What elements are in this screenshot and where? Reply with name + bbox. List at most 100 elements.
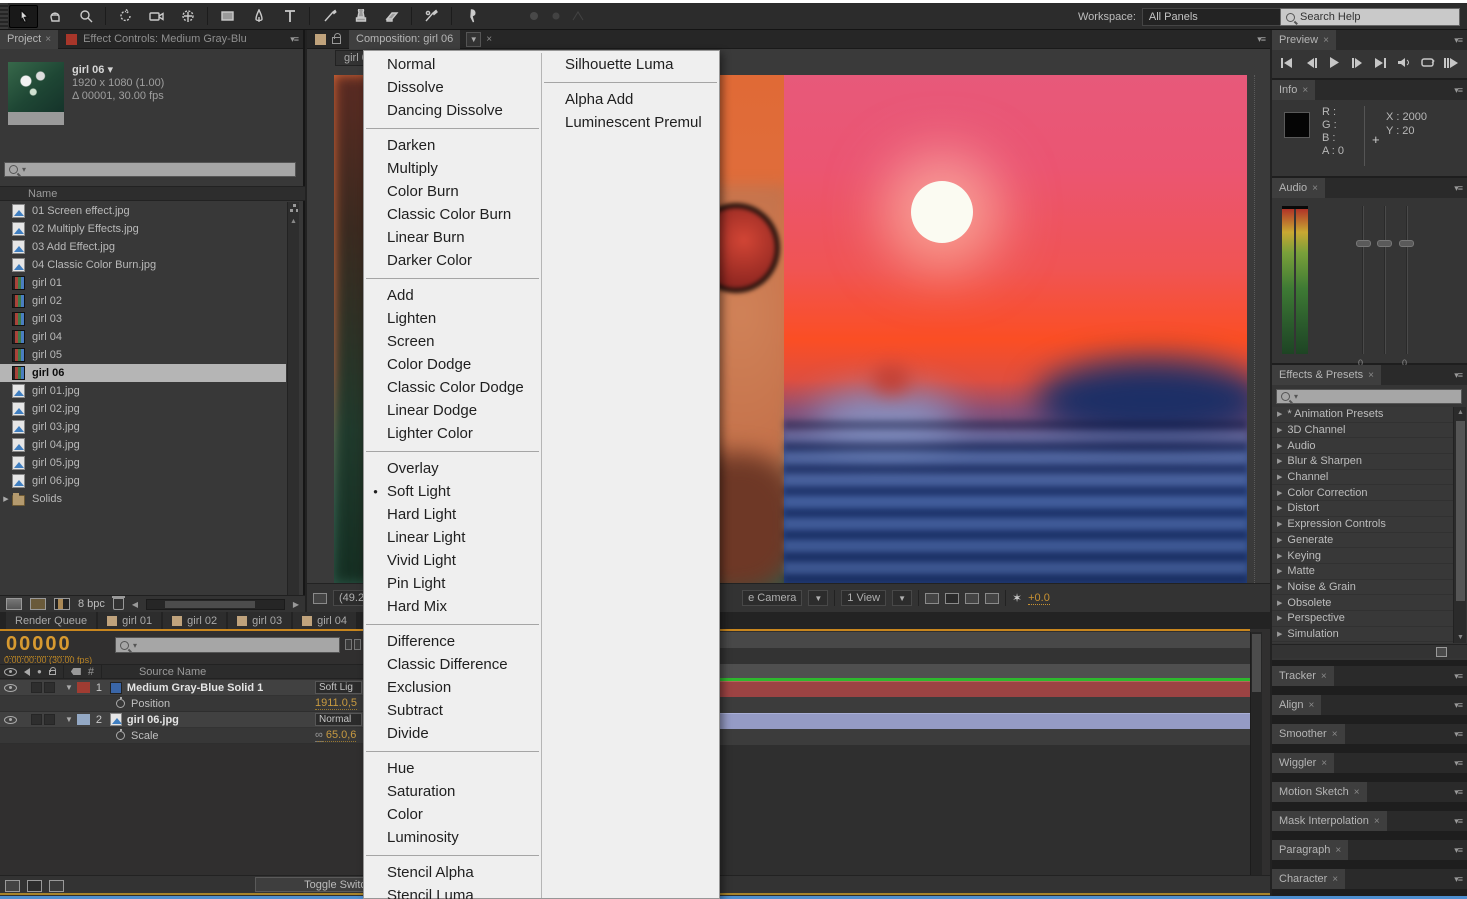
menu-item[interactable]: ● Screen bbox=[364, 330, 541, 353]
menu-item[interactable]: ● Lighten bbox=[364, 307, 541, 330]
effects-category[interactable]: ▶ Obsolete bbox=[1272, 595, 1453, 611]
comp-mini-flowchart-icon[interactable] bbox=[345, 639, 361, 650]
new-folder-icon[interactable] bbox=[30, 598, 46, 610]
menu-item[interactable]: ● Hue bbox=[364, 757, 541, 780]
menu-item[interactable]: ● Classic Difference bbox=[364, 653, 541, 676]
menu-item[interactable]: ● Dancing Dissolve bbox=[364, 99, 541, 122]
menu-item[interactable]: ● Stencil Alpha bbox=[364, 861, 541, 884]
viewer-dropdown-arrow-icon[interactable]: ▼ bbox=[466, 32, 481, 47]
menu-item[interactable]: ● bbox=[364, 122, 541, 134]
lock-icon[interactable] bbox=[332, 37, 341, 44]
audio-toggle[interactable] bbox=[31, 714, 42, 725]
project-search-input[interactable]: ▾ bbox=[4, 162, 296, 177]
file-row[interactable]: girl 03.jpg bbox=[0, 418, 286, 436]
visibility-eye-icon[interactable] bbox=[4, 684, 17, 692]
tab-effect-controls[interactable]: Effect Controls: Medium Gray-Blu bbox=[83, 33, 247, 45]
file-row[interactable]: girl 06.jpg bbox=[0, 472, 286, 490]
tab-preview[interactable]: Preview× bbox=[1272, 30, 1336, 50]
file-row[interactable]: girl 04.jpg bbox=[0, 436, 286, 454]
collapsed-panel-tab[interactable]: Smoother × bbox=[1272, 724, 1345, 744]
collapsed-panel-tab[interactable]: Tracker × bbox=[1272, 666, 1334, 686]
menu-item[interactable]: ● Soft Light bbox=[364, 480, 541, 503]
close-icon[interactable]: × bbox=[1332, 729, 1338, 740]
unified-camera-tool-icon[interactable] bbox=[142, 5, 171, 28]
region-of-interest-icon[interactable] bbox=[313, 593, 327, 604]
position-value[interactable]: 1911.0,5 bbox=[315, 697, 357, 710]
effects-category[interactable]: ▶ Noise & Grain bbox=[1272, 580, 1453, 596]
menu-item[interactable]: ● bbox=[364, 445, 541, 457]
flowchart-button-icon[interactable] bbox=[985, 593, 999, 604]
last-frame-button[interactable] bbox=[1372, 55, 1391, 70]
panel-menu-icon[interactable]: ▾≡ bbox=[1449, 370, 1467, 381]
expand-caret-icon[interactable]: ▶ bbox=[1277, 630, 1282, 638]
type-tool-icon[interactable] bbox=[275, 5, 304, 28]
audio-column-icon[interactable] bbox=[24, 668, 30, 676]
expand-caret-icon[interactable]: ▶ bbox=[1277, 599, 1282, 607]
menu-item[interactable]: ● Darken bbox=[364, 134, 541, 157]
menu-item[interactable]: ● Subtract bbox=[364, 699, 541, 722]
property-row-scale[interactable]: Scale ∞65.0,6 bbox=[0, 728, 363, 744]
number-column-header[interactable]: # bbox=[88, 666, 94, 678]
stopwatch-icon[interactable] bbox=[116, 699, 125, 708]
expand-caret-icon[interactable]: ▶ bbox=[1277, 442, 1282, 450]
ram-preview-button[interactable] bbox=[1443, 55, 1462, 70]
hand-tool-icon[interactable] bbox=[40, 5, 69, 28]
close-icon[interactable]: × bbox=[1368, 370, 1374, 381]
timeline-vscrollbar[interactable] bbox=[1250, 632, 1262, 875]
menu-item[interactable]: ● Add bbox=[364, 284, 541, 307]
effects-category[interactable]: ▶ Generate bbox=[1272, 533, 1453, 549]
close-icon[interactable]: × bbox=[1302, 85, 1308, 96]
expand-caret-icon[interactable]: ▶ bbox=[1277, 520, 1282, 528]
effects-category[interactable]: ▶ Blur & Sharpen bbox=[1272, 454, 1453, 470]
close-icon[interactable]: × bbox=[1374, 816, 1380, 827]
view-layout-select[interactable]: 1 View bbox=[841, 590, 886, 606]
delete-icon[interactable] bbox=[113, 598, 124, 610]
label-column-icon[interactable] bbox=[71, 668, 81, 675]
expand-caret-icon[interactable]: ▶ bbox=[1277, 457, 1282, 465]
menu-item[interactable]: ● Linear Dodge bbox=[364, 399, 541, 422]
menu-item[interactable]: ● Lighter Color bbox=[364, 422, 541, 445]
timeline-button-icon[interactable] bbox=[965, 593, 979, 604]
expand-caret-icon[interactable]: ▶ bbox=[1277, 536, 1282, 544]
menu-item[interactable]: ● bbox=[542, 76, 719, 88]
tab-audio[interactable]: Audio× bbox=[1272, 178, 1325, 198]
scroll-right-icon[interactable]: ▶ bbox=[293, 600, 299, 609]
stopwatch-icon[interactable] bbox=[116, 731, 125, 740]
effects-scrollbar[interactable]: ▲▼ bbox=[1453, 407, 1466, 643]
close-icon[interactable]: × bbox=[1323, 35, 1329, 46]
effects-category[interactable]: ▶ Perspective bbox=[1272, 611, 1453, 627]
collapsed-panel-tab[interactable]: Wiggler × bbox=[1272, 753, 1334, 773]
menu-item[interactable]: ● Multiply bbox=[364, 157, 541, 180]
expand-caret-icon[interactable]: ▶ bbox=[1277, 552, 1282, 560]
layer-label-swatch[interactable] bbox=[77, 714, 90, 725]
grid-guides-icon[interactable] bbox=[925, 593, 939, 604]
effects-category[interactable]: ▶ * Animation Presets bbox=[1272, 407, 1453, 423]
menu-item[interactable]: ● Luminosity bbox=[364, 826, 541, 849]
bit-depth-label[interactable]: 8 bpc bbox=[78, 598, 105, 610]
timeline-search-input[interactable]: ▾ bbox=[115, 637, 340, 653]
brush-tool-icon[interactable] bbox=[315, 5, 344, 28]
menu-item[interactable]: ● Overlay bbox=[364, 457, 541, 480]
puppet-pin-tool-icon[interactable] bbox=[457, 5, 486, 28]
panel-menu-icon[interactable]: ▾≡ bbox=[1449, 874, 1467, 885]
panel-menu-icon[interactable]: ▾≡ bbox=[1449, 758, 1467, 769]
property-row-position[interactable]: Position 1911.0,5 bbox=[0, 696, 363, 712]
zoom-tool-icon[interactable] bbox=[71, 5, 100, 28]
menu-item[interactable]: ● Normal bbox=[364, 53, 541, 76]
layer-row-2[interactable]: ▼ 2 girl 06.jpg Normal bbox=[0, 712, 363, 728]
video-column-icon[interactable] bbox=[4, 668, 17, 676]
panel-menu-icon[interactable]: ▾≡ bbox=[1252, 34, 1270, 45]
menu-item[interactable]: ● bbox=[364, 618, 541, 630]
panel-menu-icon[interactable]: ▾≡ bbox=[1449, 183, 1467, 194]
effects-category[interactable]: ▶ Color Correction bbox=[1272, 485, 1453, 501]
collapsed-panel-tab[interactable]: Mask Interpolation × bbox=[1272, 811, 1387, 831]
blend-mode-select[interactable]: Soft Lig bbox=[315, 681, 362, 694]
new-composition-icon[interactable] bbox=[54, 598, 70, 610]
file-row[interactable]: girl 01.jpg bbox=[0, 382, 286, 400]
effects-category[interactable]: ▶ Simulation bbox=[1272, 627, 1453, 643]
effects-category[interactable]: ▶ Distort bbox=[1272, 501, 1453, 517]
menu-item[interactable]: ● Linear Light bbox=[364, 526, 541, 549]
file-row[interactable]: 04 Classic Color Burn.jpg bbox=[0, 256, 286, 274]
pen-tool-icon[interactable] bbox=[244, 5, 273, 28]
twirl-down-icon[interactable]: ▼ bbox=[65, 683, 73, 692]
